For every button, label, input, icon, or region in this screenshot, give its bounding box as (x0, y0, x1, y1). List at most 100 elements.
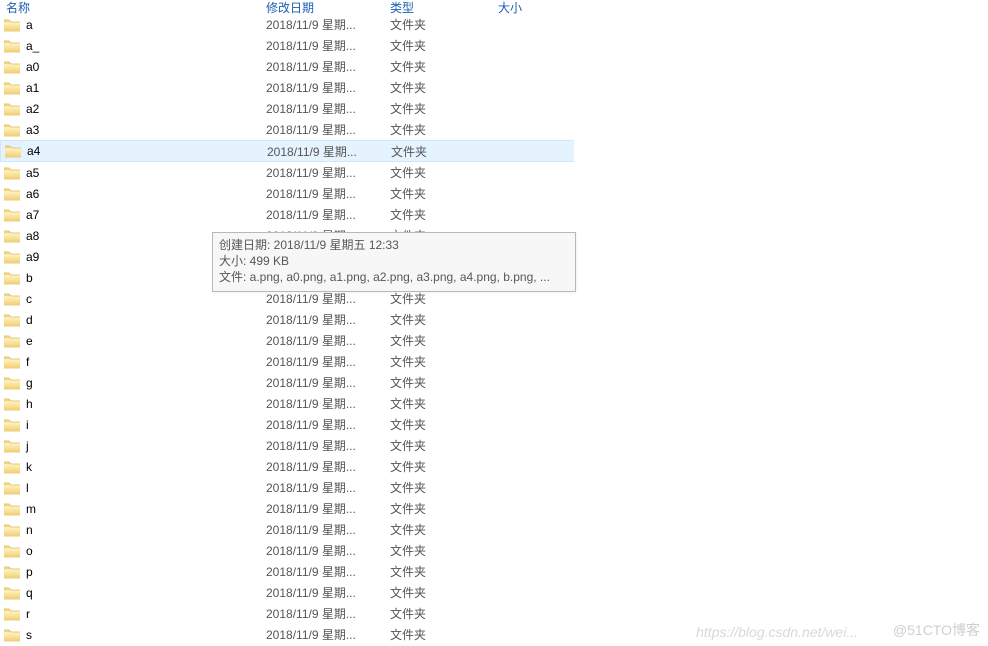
file-row[interactable]: q2018/11/9 星期...文件夹 (0, 582, 988, 603)
file-name-label: j (26, 439, 29, 453)
file-name-cell[interactable]: a5 (4, 166, 266, 180)
file-row[interactable]: a02018/11/9 星期...文件夹 (0, 56, 988, 77)
file-name-label: a6 (26, 187, 39, 201)
file-name-cell[interactable]: i (4, 418, 266, 432)
file-name-cell[interactable]: a0 (4, 60, 266, 74)
folder-icon (4, 502, 20, 516)
file-row[interactable]: r2018/11/9 星期...文件夹 (0, 603, 988, 624)
file-name-cell[interactable]: q (4, 586, 266, 600)
folder-icon (4, 271, 20, 285)
file-row[interactable]: a52018/11/9 星期...文件夹 (0, 162, 988, 183)
file-row[interactable]: a22018/11/9 星期...文件夹 (0, 98, 988, 119)
file-name-label: c (26, 292, 32, 306)
folder-icon (4, 18, 20, 32)
file-type-cell: 文件夹 (390, 353, 498, 370)
file-date-cell: 2018/11/9 星期... (266, 437, 390, 454)
file-type-cell: 文件夹 (390, 374, 498, 391)
file-type-cell: 文件夹 (390, 185, 498, 202)
file-type-cell: 文件夹 (390, 395, 498, 412)
file-row[interactable]: d2018/11/9 星期...文件夹 (0, 309, 988, 330)
file-row[interactable]: f2018/11/9 星期...文件夹 (0, 351, 988, 372)
column-header-name[interactable]: 名称 (4, 0, 266, 16)
file-type-cell: 文件夹 (390, 311, 498, 328)
file-row[interactable]: i2018/11/9 星期...文件夹 (0, 414, 988, 435)
file-row[interactable]: g2018/11/9 星期...文件夹 (0, 372, 988, 393)
file-row[interactable]: m2018/11/9 星期...文件夹 (0, 498, 988, 519)
file-name-cell[interactable]: f (4, 355, 266, 369)
file-name-cell[interactable]: a1 (4, 81, 266, 95)
file-name-label: q (26, 586, 33, 600)
folder-icon (4, 39, 20, 53)
folder-icon (4, 481, 20, 495)
file-name-cell[interactable]: d (4, 313, 266, 327)
file-row[interactable]: a42018/11/9 星期...文件夹 (0, 140, 574, 162)
file-row[interactable]: a_2018/11/9 星期...文件夹 (0, 35, 988, 56)
file-name-cell[interactable]: a (4, 18, 266, 32)
column-header-type[interactable]: 类型 (390, 0, 498, 16)
folder-icon (4, 523, 20, 537)
file-name-cell[interactable]: e (4, 334, 266, 348)
file-name-cell[interactable]: a4 (5, 144, 267, 158)
file-row[interactable]: e2018/11/9 星期...文件夹 (0, 330, 988, 351)
file-name-cell[interactable]: k (4, 460, 266, 474)
file-row[interactable]: a72018/11/9 星期...文件夹 (0, 204, 988, 225)
file-date-cell: 2018/11/9 星期... (266, 100, 390, 117)
file-date-cell: 2018/11/9 星期... (266, 479, 390, 496)
file-row[interactable]: l2018/11/9 星期...文件夹 (0, 477, 988, 498)
file-type-cell: 文件夹 (390, 626, 498, 643)
file-type-cell: 文件夹 (390, 584, 498, 601)
file-name-cell[interactable]: a7 (4, 208, 266, 222)
file-name-cell[interactable]: g (4, 376, 266, 390)
file-date-cell: 2018/11/9 星期... (266, 121, 390, 138)
file-name-cell[interactable]: a_ (4, 39, 266, 53)
file-name-cell[interactable]: r (4, 607, 266, 621)
file-row[interactable]: k2018/11/9 星期...文件夹 (0, 456, 988, 477)
file-row[interactable]: a12018/11/9 星期...文件夹 (0, 77, 988, 98)
file-name-cell[interactable]: p (4, 565, 266, 579)
file-name-cell[interactable]: n (4, 523, 266, 537)
file-name-label: f (26, 355, 29, 369)
folder-icon (4, 166, 20, 180)
folder-icon (4, 208, 20, 222)
file-row[interactable]: o2018/11/9 星期...文件夹 (0, 540, 988, 561)
file-date-cell: 2018/11/9 星期... (266, 395, 390, 412)
file-row[interactable]: n2018/11/9 星期...文件夹 (0, 519, 988, 540)
file-name-cell[interactable]: a3 (4, 123, 266, 137)
file-name-cell[interactable]: l (4, 481, 266, 495)
file-name-label: h (26, 397, 33, 411)
file-type-cell: 文件夹 (390, 542, 498, 559)
file-name-label: m (26, 502, 36, 516)
file-name-cell[interactable]: a2 (4, 102, 266, 116)
column-header-size[interactable]: 大小 (498, 0, 598, 16)
file-name-cell[interactable]: s (4, 628, 266, 642)
folder-icon (4, 334, 20, 348)
file-type-cell: 文件夹 (390, 100, 498, 117)
file-name-cell[interactable]: m (4, 502, 266, 516)
column-header-row: 名称 修改日期 类型 大小 (0, 0, 988, 14)
file-name-cell[interactable]: h (4, 397, 266, 411)
file-type-cell: 文件夹 (390, 416, 498, 433)
file-name-cell[interactable]: j (4, 439, 266, 453)
file-row[interactable]: a32018/11/9 星期...文件夹 (0, 119, 988, 140)
folder-icon (4, 250, 20, 264)
file-type-cell: 文件夹 (390, 164, 498, 181)
column-header-date[interactable]: 修改日期 (266, 0, 390, 16)
file-date-cell: 2018/11/9 星期... (266, 79, 390, 96)
file-date-cell: 2018/11/9 星期... (266, 332, 390, 349)
file-name-label: a4 (27, 144, 40, 158)
folder-icon (4, 187, 20, 201)
file-name-label: a8 (26, 229, 39, 243)
file-name-cell[interactable]: a6 (4, 187, 266, 201)
folder-icon (5, 144, 21, 158)
file-name-cell[interactable]: c (4, 292, 266, 306)
file-row[interactable]: a62018/11/9 星期...文件夹 (0, 183, 988, 204)
file-name-cell[interactable]: o (4, 544, 266, 558)
file-row[interactable]: a2018/11/9 星期...文件夹 (0, 14, 988, 35)
file-row[interactable]: h 2018/11/9 星期...文件夹 (0, 393, 988, 414)
file-type-cell: 文件夹 (390, 437, 498, 454)
file-type-cell: 文件夹 (390, 479, 498, 496)
file-row[interactable]: p2018/11/9 星期...文件夹 (0, 561, 988, 582)
folder-icon (4, 102, 20, 116)
file-row[interactable]: j 2018/11/9 星期...文件夹 (0, 435, 988, 456)
file-name-label: r (26, 607, 30, 621)
